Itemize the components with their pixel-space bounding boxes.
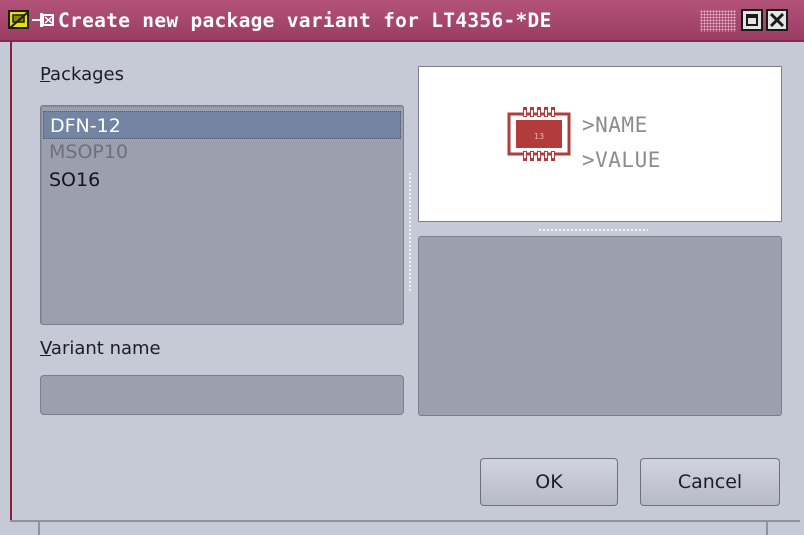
bottom-tick-left — [38, 520, 40, 535]
title-grip — [700, 10, 736, 32]
maximize-button[interactable] — [741, 9, 763, 31]
ok-button[interactable]: OK — [480, 458, 618, 506]
dialog-body: Packages DFN-12 MSOP10 SO16 13 >NAME >VA… — [10, 42, 800, 535]
close-button[interactable] — [766, 9, 788, 31]
title-bar[interactable]: Create new package variant for LT4356-*D… — [0, 0, 804, 42]
packages-list[interactable]: DFN-12 MSOP10 SO16 — [40, 105, 404, 325]
horizontal-splitter-handle[interactable] — [538, 228, 648, 232]
list-item-msop10[interactable]: MSOP10 — [43, 138, 401, 166]
package-info-panel — [418, 236, 782, 416]
variant-name-input[interactable] — [40, 375, 404, 415]
list-item-dfn12[interactable]: DFN-12 — [43, 111, 401, 139]
bottom-frame — [0, 520, 804, 535]
package-preview: 13 >NAME >VALUE — [418, 66, 782, 222]
vertical-splitter-handle[interactable] — [408, 172, 412, 292]
bottom-tick-right — [766, 520, 768, 535]
package-footprint-icon: 13 — [507, 107, 571, 161]
value-placeholder-text: >VALUE — [582, 148, 661, 172]
close-icon — [769, 12, 785, 28]
packages-label: Packages — [40, 64, 124, 85]
pin-icon[interactable] — [31, 10, 57, 30]
eagle-app-icon[interactable] — [8, 9, 30, 31]
list-item-so16[interactable]: SO16 — [43, 166, 401, 194]
bottom-divider — [10, 520, 800, 522]
variant-name-label: Variant name — [40, 338, 161, 359]
svg-text:13: 13 — [534, 132, 544, 141]
window-title: Create new package variant for LT4356-*D… — [58, 9, 552, 32]
cancel-button[interactable]: Cancel — [640, 458, 780, 506]
name-placeholder-text: >NAME — [582, 113, 648, 137]
